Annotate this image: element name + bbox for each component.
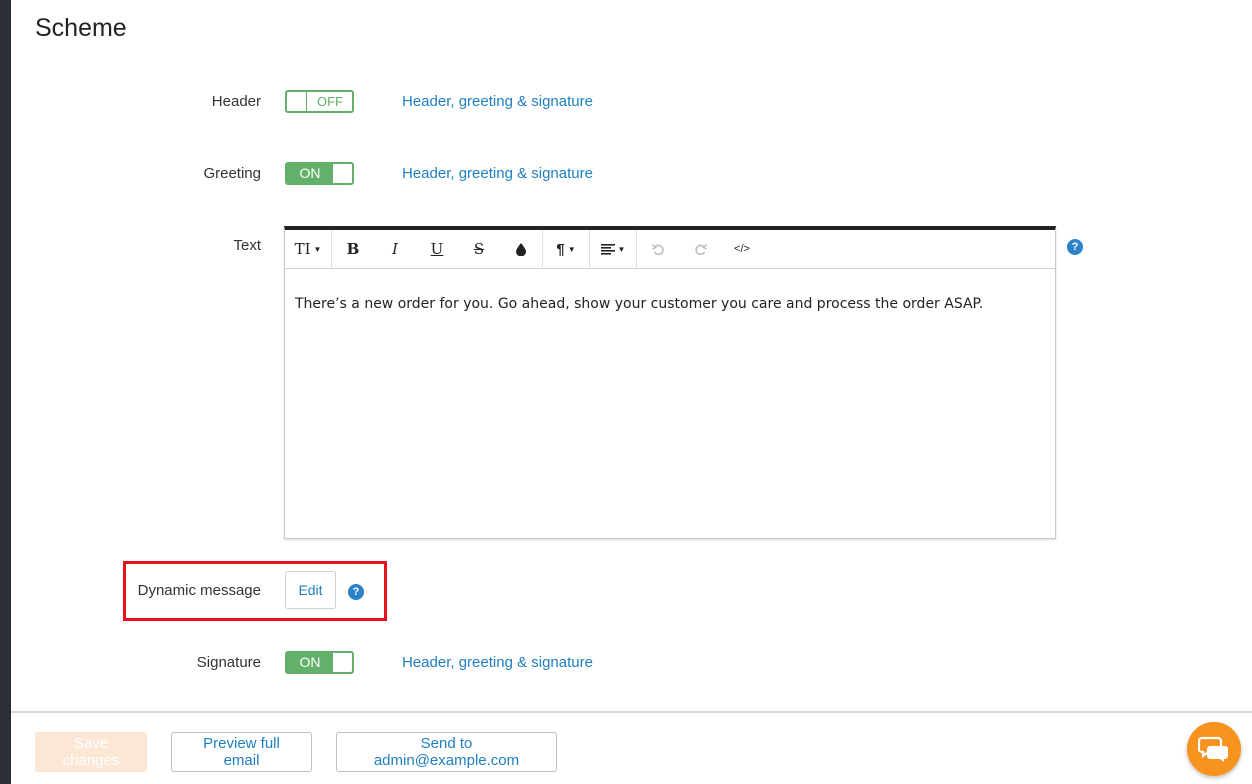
strikethrough-icon: S (473, 240, 485, 258)
toggle-knob (332, 653, 352, 672)
preview-full-email-button[interactable]: Preview full email (171, 732, 312, 772)
signature-settings-link[interactable]: Header, greeting & signature (402, 654, 593, 671)
editor-text-area[interactable]: There’s a new order for you. Go ahead, s… (295, 296, 983, 312)
undo-icon (651, 243, 664, 255)
dynamic-message-help-icon[interactable]: ? (348, 584, 364, 600)
chat-bubbles-icon (1198, 736, 1228, 762)
redo-button[interactable] (679, 230, 721, 269)
header-label: Header (211, 93, 261, 110)
text-help-icon[interactable]: ? (1067, 239, 1083, 255)
send-test-email-button[interactable]: Send to admin@example.com (336, 732, 557, 772)
caret-down-icon: ▼ (617, 244, 626, 254)
greeting-label: Greeting (203, 165, 261, 182)
page-title: Scheme (35, 14, 127, 42)
bold-button[interactable]: B (332, 230, 374, 269)
code-icon: </> (734, 243, 750, 255)
save-changes-button[interactable]: Save changes (35, 732, 147, 772)
font-size-icon: TI (294, 240, 311, 258)
dynamic-message-edit-button[interactable]: Edit (285, 571, 336, 609)
paragraph-dropdown[interactable]: ¶ ▼ (543, 230, 589, 269)
code-view-button[interactable]: </> (721, 230, 763, 269)
paragraph-icon: ¶ (556, 240, 565, 258)
align-left-icon (600, 243, 615, 255)
caret-down-icon: ▼ (567, 244, 576, 254)
bold-icon: B (346, 240, 360, 258)
underline-button[interactable]: U (416, 230, 458, 269)
toggle-knob (332, 164, 352, 183)
text-color-button[interactable] (500, 230, 542, 269)
signature-toggle[interactable]: ON (285, 651, 354, 674)
rich-text-editor: TI ▼ B I U S ¶ ▼ ▼ </> There’s a new order… (284, 226, 1056, 539)
dynamic-message-label: Dynamic message (137, 582, 261, 599)
toggle-knob (287, 92, 307, 111)
toggle-state: OFF (317, 94, 343, 109)
chat-launcher-button[interactable] (1187, 722, 1241, 776)
strikethrough-button[interactable]: S (458, 230, 500, 269)
undo-button[interactable] (637, 230, 679, 269)
redo-icon (694, 243, 707, 255)
header-settings-link[interactable]: Header, greeting & signature (402, 93, 593, 110)
underline-icon: U (430, 240, 444, 258)
greeting-toggle[interactable]: ON (285, 162, 354, 185)
signature-label: Signature (196, 654, 261, 671)
editor-toolbar: TI ▼ B I U S ¶ ▼ ▼ </> (285, 229, 1055, 269)
align-dropdown[interactable]: ▼ (590, 230, 636, 269)
footer-divider (11, 711, 1252, 713)
italic-button[interactable]: I (374, 230, 416, 269)
toggle-state: ON (299, 165, 321, 181)
droplet-icon (516, 242, 526, 256)
caret-down-icon: ▼ (313, 244, 322, 254)
toggle-state: ON (299, 654, 321, 670)
text-label: Text (233, 237, 261, 254)
greeting-settings-link[interactable]: Header, greeting & signature (402, 165, 593, 182)
header-toggle[interactable]: OFF (285, 90, 354, 113)
left-sidebar-edge (0, 0, 11, 784)
font-size-dropdown[interactable]: TI ▼ (285, 230, 331, 269)
italic-icon: I (392, 240, 398, 258)
